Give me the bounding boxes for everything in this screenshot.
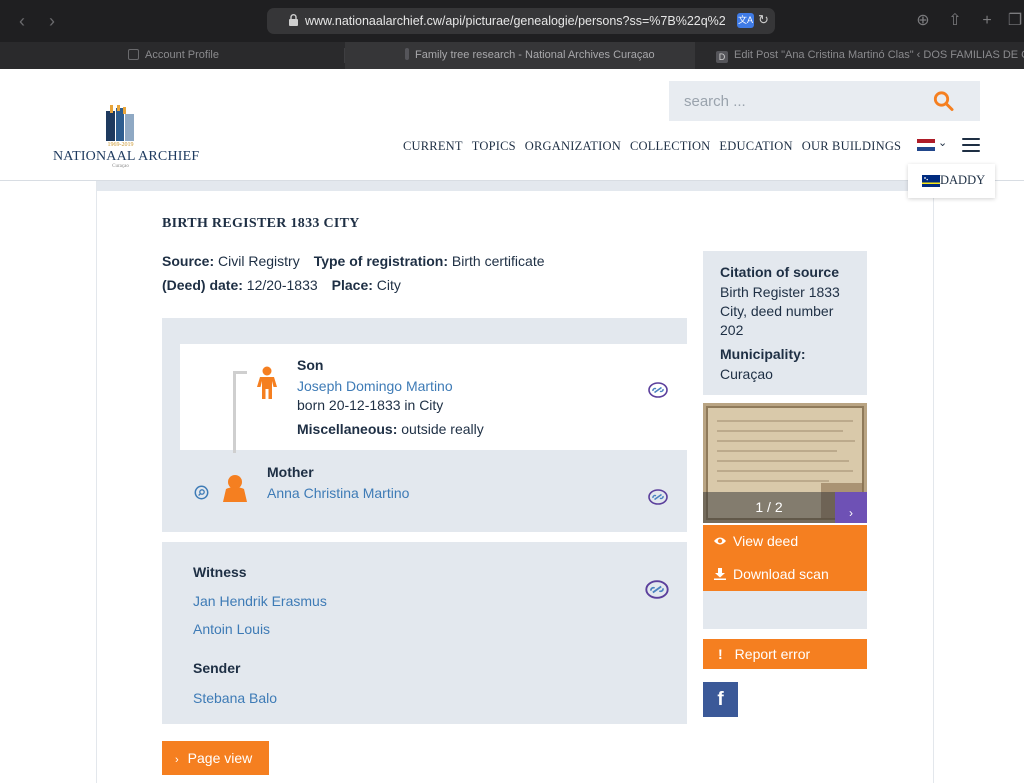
- sender-name-link[interactable]: Stebana Balo: [193, 690, 277, 706]
- reload-icon[interactable]: ↻: [758, 12, 769, 28]
- tab-strip: Account Profile Family tree research - N…: [0, 42, 1024, 69]
- record-meta-date: (Deed) date: 12/20-1833 Place: City: [162, 277, 401, 293]
- view-deed-label: View deed: [733, 533, 799, 549]
- share-icon[interactable]: ⇧: [944, 10, 966, 32]
- tab-overview-icon[interactable]: ❐: [1004, 10, 1024, 32]
- page-view-label: Page view: [187, 750, 253, 766]
- source-label: Source:: [162, 253, 215, 269]
- search-person-icon[interactable]: [194, 485, 209, 500]
- nav-current[interactable]: CURRENT: [403, 139, 463, 154]
- municipality-value: Curaçao: [720, 366, 773, 382]
- child-person-icon: [257, 366, 277, 399]
- type-label: Type of registration:: [313, 253, 449, 269]
- back-icon[interactable]: ‹: [12, 11, 32, 31]
- facebook-icon: f: [717, 689, 724, 710]
- permalink-icon[interactable]: [648, 382, 668, 398]
- page-view-button[interactable]: › Page view: [162, 741, 269, 775]
- download-icon: [714, 568, 726, 580]
- tab-family-tree[interactable]: Family tree research - National Archives…: [345, 42, 695, 69]
- eye-icon: [714, 537, 726, 545]
- next-scan-button[interactable]: ›: [835, 492, 867, 523]
- record-title: BIRTH REGISTER 1833 CITY: [162, 216, 360, 231]
- son-miscellaneous: Miscellaneous: outside really: [297, 421, 484, 437]
- exclamation-icon: !: [718, 646, 723, 662]
- url-text: www.nationaalarchief.cw/api/picturae/gen…: [305, 14, 725, 28]
- archive-logo-mark: [106, 105, 134, 141]
- main-navigation: CURRENT TOPICS ORGANIZATION COLLECTION EDUCA…: [403, 137, 910, 155]
- mother-name-link[interactable]: Anna Christina Martino: [267, 485, 409, 501]
- tab-account-profile[interactable]: Account Profile: [128, 42, 328, 69]
- forward-icon[interactable]: ›: [42, 11, 62, 31]
- netherlands-flag-icon[interactable]: [917, 139, 935, 151]
- place-value: City: [376, 277, 401, 293]
- report-error-button[interactable]: ! Report error: [703, 639, 867, 669]
- date-label: (Deed) date:: [162, 277, 243, 293]
- curacao-flag-icon: [922, 175, 940, 187]
- witness-name-link[interactable]: Antoin Louis: [193, 621, 270, 637]
- translate-icon[interactable]: 文A: [737, 13, 754, 28]
- browser-toolbar: ‹ › www.nationaalarchief.cw/api/picturae…: [0, 0, 1024, 42]
- hamburger-menu-icon[interactable]: [962, 138, 980, 152]
- report-error-label: Report error: [734, 646, 811, 662]
- sender-role: Sender: [193, 660, 241, 676]
- address-bar[interactable]: www.nationaalarchief.cw/api/picturae/gen…: [267, 8, 775, 34]
- facebook-share-button[interactable]: f: [703, 682, 738, 717]
- tab-label: Account Profile: [145, 49, 219, 61]
- chevron-right-icon: ›: [849, 506, 853, 520]
- search-box: [669, 81, 980, 121]
- nav-education[interactable]: EDUCATION: [719, 139, 792, 154]
- download-icon[interactable]: ⊕: [912, 10, 934, 32]
- scan-page-counter: 1 / 2: [703, 492, 835, 523]
- tree-connector: [233, 371, 247, 374]
- mother-role: Mother: [267, 464, 314, 480]
- logo-subtitle: Curaçao: [112, 164, 129, 169]
- type-value: Birth certificate: [451, 253, 545, 269]
- search-icon[interactable]: [932, 90, 956, 112]
- date-value: 12/20-1833: [246, 277, 318, 293]
- nav-organization[interactable]: ORGANIZATION: [525, 139, 621, 154]
- tree-connector: [233, 371, 236, 453]
- permalink-icon[interactable]: [645, 580, 669, 599]
- logo-name: NATIONAAL ARCHIEF: [53, 149, 200, 164]
- witness-name-link[interactable]: Jan Hendrik Erasmus: [193, 593, 327, 609]
- download-scan-button[interactable]: Download scan: [703, 558, 867, 591]
- nav-our-buildings[interactable]: OUR BUILDINGS: [802, 139, 901, 154]
- place-label: Place:: [331, 277, 373, 293]
- search-input[interactable]: [669, 81, 934, 121]
- female-person-icon: [223, 475, 247, 502]
- d-tab-icon: D: [716, 51, 728, 63]
- source-value: Civil Registry: [218, 253, 300, 269]
- new-tab-icon[interactable]: +: [976, 10, 998, 32]
- archive-tab-icon: [405, 48, 409, 60]
- record-meta-source: Source: Civil Registry Type of registrati…: [162, 253, 545, 269]
- municipality-label: Municipality:: [720, 346, 806, 362]
- citation-label: Citation of source: [720, 264, 840, 280]
- son-name-link[interactable]: Joseph Domingo Martino: [297, 378, 453, 394]
- misc-value: outside really: [401, 421, 484, 437]
- tab-label: Family tree research - National Archives…: [415, 49, 655, 61]
- logo-years: 1969-2019: [107, 142, 134, 148]
- account-tab-icon: [128, 49, 139, 60]
- content-top-band: [97, 181, 932, 191]
- language-option-label: DADDY: [940, 173, 986, 187]
- citation-text: Birth Register 1833 City, deed number 20…: [720, 284, 840, 338]
- witness-role: Witness: [193, 564, 247, 580]
- chevron-down-icon[interactable]: ⌄: [938, 135, 947, 151]
- language-dropdown[interactable]: DADDY: [908, 164, 995, 198]
- nav-collection[interactable]: COLLECTION: [630, 139, 710, 154]
- tab-label: Edit Post "Ana Cristina Martinó Clas" ‹ …: [734, 49, 1024, 61]
- tab-edit-post[interactable]: D Edit Post "Ana Cristina Martinó Clas" ‹…: [716, 42, 1024, 69]
- site-header: 1969-2019 NATIONAAL ARCHIEF Curaçao CURR…: [0, 69, 1024, 181]
- misc-label: Miscellaneous:: [297, 421, 398, 437]
- son-role: Son: [297, 357, 324, 373]
- permalink-icon[interactable]: [648, 489, 668, 505]
- nav-topics[interactable]: TOPICS: [472, 139, 516, 154]
- son-birth-info: born 20-12-1833 in City: [297, 397, 444, 413]
- view-deed-button[interactable]: View deed: [703, 525, 867, 558]
- chevron-right-icon: ›: [175, 754, 179, 766]
- site-logo[interactable]: 1969-2019 NATIONAAL ARCHIEF Curaçao: [53, 101, 200, 173]
- download-scan-label: Download scan: [733, 566, 829, 582]
- side-spacer-panel: [703, 591, 867, 629]
- lock-icon: [289, 14, 298, 26]
